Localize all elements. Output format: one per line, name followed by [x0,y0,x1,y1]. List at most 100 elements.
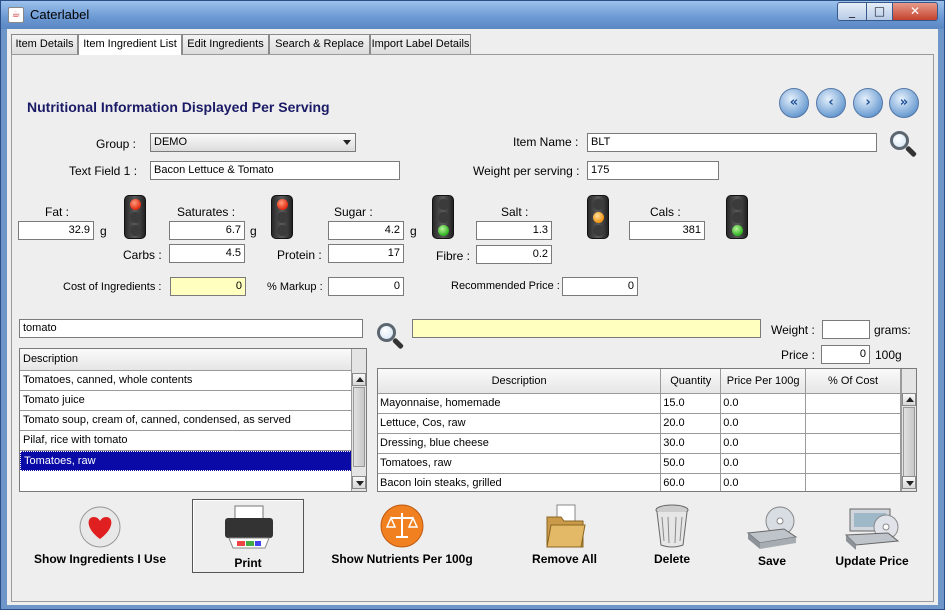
save-button[interactable]: Save [737,505,807,568]
carbs-field[interactable]: 4.5 [169,244,245,263]
title-bar[interactable]: ☕ Caterlabel _ □ ✕ [1,1,944,29]
update-price-button[interactable]: Update Price [827,503,917,568]
tab-search-replace[interactable]: Search & Replace [269,34,370,54]
fibre-field[interactable]: 0.2 [476,245,552,264]
text-field-1-label: Text Field 1 : [69,164,138,178]
scroll-down-icon[interactable] [352,476,366,489]
column-header[interactable]: Description [378,369,662,394]
scroll-up-icon[interactable] [902,393,916,406]
ingredient-search-icon[interactable] [377,323,405,351]
scroll-thumb[interactable] [353,387,365,467]
search-result-item[interactable]: Tomato juice [20,391,352,411]
table-cell: 0.0 [720,473,807,491]
table-row[interactable]: Tomatoes, raw 50.0 0.0 [378,453,901,474]
price-field[interactable]: 0 [821,345,870,364]
sugar-field[interactable]: 4.2 [328,221,404,240]
table-cell: 0.0 [720,453,807,474]
remove-all-label: Remove All [532,552,597,566]
ingredient-search-input[interactable]: tomato [19,319,363,338]
table-cell: 30.0 [660,433,722,454]
table-cell: 50.0 [660,453,722,474]
table-row[interactable]: Bacon loin steaks, grilled 60.0 0.0 [378,473,901,491]
text-field-1-input[interactable]: Bacon Lettuce & Tomato [150,161,400,180]
table-cell: 15.0 [660,393,722,414]
previous-record-button[interactable]: ‹ [816,88,846,118]
column-header[interactable]: % Of Cost [805,369,901,394]
table-row[interactable]: Dressing, blue cheese 30.0 0.0 [378,433,901,454]
protein-field[interactable]: 17 [328,244,404,263]
trash-bin-icon [655,504,689,548]
print-button[interactable]: Print [192,499,304,573]
item-name-label: Item Name : [513,135,579,149]
item-search-icon[interactable] [890,131,918,159]
window-content: Item Details Item Ingredient List Edit I… [7,29,938,605]
maximize-button[interactable]: □ [866,2,893,21]
column-header[interactable]: Price Per 100g [720,369,807,394]
table-row[interactable]: Mayonnaise, homemade 15.0 0.0 [378,393,901,414]
first-record-button[interactable]: « [779,88,809,118]
fat-unit: g [100,224,107,238]
tab-item-details[interactable]: Item Details [11,34,78,54]
weight-field[interactable] [822,320,870,339]
minimize-button[interactable]: _ [837,2,867,21]
markup-label: % Markup : [267,281,323,293]
search-results-scrollbar[interactable] [351,349,366,491]
remove-all-button[interactable]: Remove All [522,503,607,566]
show-ingredients-button[interactable]: Show Ingredients I Use [30,505,170,566]
carbs-label: Carbs : [123,248,162,262]
table-cell [805,413,901,434]
recommended-price-label: Recommended Price : [451,280,560,292]
table-cell [805,433,901,454]
cost-of-ingredients-label: Cost of Ingredients : [63,281,162,293]
column-header[interactable]: Quantity [660,369,722,394]
markup-field[interactable]: 0 [328,277,404,296]
table-cell: Tomatoes, raw [378,453,662,474]
saturates-field[interactable]: 6.7 [169,221,245,240]
show-nutrients-button[interactable]: Show Nutrients Per 100g [327,503,477,566]
recommended-price-field[interactable]: 0 [562,277,638,296]
table-cell: 0.0 [720,413,807,434]
fat-field[interactable]: 32.9 [18,221,94,240]
selected-ingredient-field[interactable] [412,319,761,338]
item-name-field[interactable]: BLT [587,133,877,152]
print-label: Print [234,556,262,570]
next-record-button[interactable]: › [853,88,883,118]
tab-item-ingredient-list[interactable]: Item Ingredient List [78,34,182,55]
protein-label: Protein : [277,248,322,262]
table-cell: 20.0 [660,413,722,434]
search-result-item[interactable]: Tomatoes, raw [20,451,352,471]
scroll-thumb[interactable] [903,407,915,477]
tab-edit-ingredients[interactable]: Edit Ingredients [182,34,269,54]
table-cell: Dressing, blue cheese [378,433,662,454]
cals-field[interactable]: 381 [629,221,705,240]
scroll-up-icon[interactable] [352,373,366,386]
group-select[interactable]: DEMO [150,133,356,152]
delete-button[interactable]: Delete [637,503,707,566]
cals-label: Cals : [650,205,681,219]
group-label: Group : [96,137,137,151]
saturates-label: Saturates : [177,205,236,219]
ingredients-grid: Description Quantity Price Per 100g% Of Co… [378,369,901,491]
search-result-item[interactable]: Pilaf, rice with tomato [20,431,352,451]
last-record-button[interactable]: » [889,88,919,118]
save-label: Save [757,554,787,568]
search-result-item[interactable]: Tomato soup, cream of, canned, condensed… [20,411,352,431]
page-title: Nutritional Information Displayed Per Se… [27,99,330,115]
heart-icon [79,506,121,548]
java-app-icon: ☕ [8,7,24,23]
group-select-value: DEMO [154,136,187,148]
cost-of-ingredients-field[interactable]: 0 [170,277,246,296]
table-cell: 60.0 [660,473,722,491]
tab-import-label-details[interactable]: Import Label Details [370,34,471,54]
salt-field[interactable]: 1.3 [476,221,552,240]
window-title: Caterlabel [30,7,90,22]
table-cell: Mayonnaise, homemade [378,393,662,414]
disk-drive-icon [746,506,798,549]
search-result-item[interactable]: Tomatoes, canned, whole contents [20,371,352,391]
ingredients-scrollbar[interactable] [901,369,916,491]
table-row[interactable]: Lettuce, Cos, raw 20.0 0.0 [378,413,901,434]
scroll-down-icon[interactable] [902,476,916,489]
weight-per-serving-field[interactable]: 175 [587,161,719,180]
close-button[interactable]: ✕ [892,2,938,21]
app-window: ☕ Caterlabel _ □ ✕ Item Details Item Ing… [0,0,945,610]
